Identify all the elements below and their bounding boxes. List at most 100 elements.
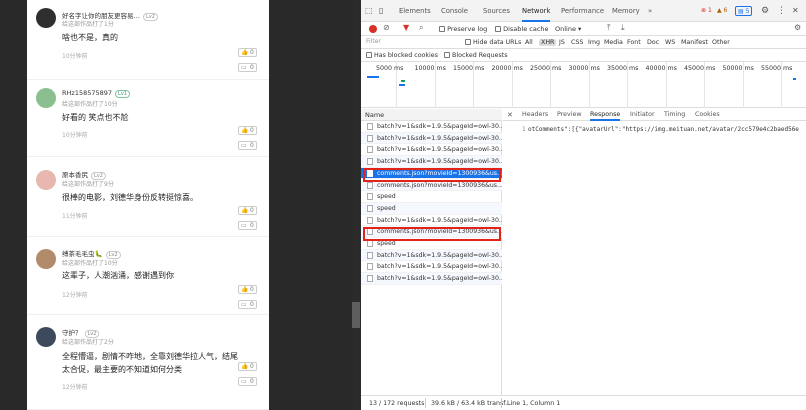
preserve-log-checkbox[interactable]: Preserve log (439, 25, 487, 33)
file-icon (367, 134, 373, 142)
filter-type-font[interactable]: Font (627, 39, 641, 46)
file-icon (367, 275, 373, 283)
name-column-header[interactable]: Name (361, 109, 502, 121)
tab-memory[interactable]: Memory (612, 0, 640, 22)
reply-button[interactable]: ▭ 0 (238, 300, 257, 309)
divider (425, 398, 426, 408)
reply-button[interactable]: ▭ 0 (238, 141, 257, 150)
avatar[interactable] (36, 327, 56, 347)
tab-elements[interactable]: Elements (399, 0, 431, 22)
cursor-position: Line 1, Column 1 (507, 400, 561, 407)
comment-text: 啥也不是，真的 (62, 33, 118, 42)
reply-count: 0 (250, 378, 254, 385)
filter-input[interactable]: Filter (366, 38, 451, 47)
request-row[interactable]: batch?v=1&sdk=1.9.5&pageId=owl-30... (361, 215, 502, 227)
like-button[interactable]: 👍 0 (238, 362, 257, 371)
more-tabs-button[interactable]: » (648, 0, 652, 22)
comment-text: 很棒的电影，刘德华身份反转挺惊喜。 (62, 193, 198, 202)
filter-type-ws[interactable]: WS (665, 39, 675, 46)
checkbox-icon (495, 26, 501, 32)
timeline-label: 35000 ms (607, 65, 639, 72)
filter-type-js[interactable]: JS (559, 39, 565, 46)
filter-type-doc[interactable]: Doc (647, 39, 659, 46)
comment-username[interactable]: RHz158575897 Lv1 (62, 89, 130, 98)
tab-preview[interactable]: Preview (557, 109, 582, 121)
close-detail-icon[interactable]: ✕ (507, 109, 513, 121)
like-button[interactable]: 👍 0 (238, 48, 257, 57)
comment-item: 好名字让你的朋友更容易… Lv2 给这部作品打了1分 啥也不是，真的 10分钟前 … (27, 0, 269, 80)
inspect-icon[interactable]: ⬚ (365, 0, 373, 22)
filter-type-css[interactable]: CSS (571, 39, 583, 46)
like-button[interactable]: 👍 0 (238, 126, 257, 135)
info-badge[interactable]: ▤ 5 (735, 6, 753, 16)
filter-icon[interactable]: ▼ (403, 23, 409, 32)
filter-type-manifest[interactable]: Manifest (681, 39, 708, 46)
reply-button[interactable]: ▭ 0 (238, 377, 257, 386)
request-row[interactable]: batch?v=1&sdk=1.9.5&pageId=owl-30... (361, 132, 502, 145)
request-row[interactable]: batch?v=1&sdk=1.9.5&pageId=owl-30... (361, 261, 502, 274)
tab-initiator[interactable]: Initiator (630, 109, 655, 121)
close-icon[interactable]: ✕ (792, 0, 799, 22)
tab-network[interactable]: Network (522, 0, 551, 22)
export-icon[interactable]: ⤓ (621, 23, 625, 33)
has-blocked-cookies-checkbox[interactable]: Has blocked cookies (366, 52, 438, 59)
like-button[interactable]: 👍 0 (238, 285, 257, 294)
checkbox-icon (439, 26, 445, 32)
warning-count: 6 (723, 7, 728, 14)
settings-icon[interactable]: ⚙ (761, 0, 769, 22)
throttle-select[interactable]: Online ▾ (555, 25, 581, 33)
clear-icon[interactable]: ⊘ (383, 23, 390, 32)
filter-type-other[interactable]: Other (712, 39, 730, 46)
rating-desc: 给这部作品打了9分 (62, 181, 114, 188)
tab-sources[interactable]: Sources (483, 0, 510, 22)
timeline-label: 40000 ms (645, 65, 677, 72)
file-icon (367, 204, 373, 212)
warning-badge[interactable]: ▲ 6 (715, 6, 729, 16)
request-row[interactable]: batch?v=1&sdk=1.9.5&pageId=owl-30... (361, 121, 502, 133)
request-row[interactable]: batch?v=1&sdk=1.9.5&pageId=owl-30... (361, 249, 502, 262)
avatar[interactable] (36, 8, 56, 28)
filter-type-all[interactable]: All (525, 39, 533, 46)
tab-timing[interactable]: Timing (664, 109, 685, 121)
reply-button[interactable]: ▭ 0 (238, 63, 257, 72)
avatar[interactable] (36, 170, 56, 190)
response-body[interactable]: otComments":[{"avatarUrl":"https://img.m… (528, 126, 799, 133)
file-icon (367, 123, 373, 130)
blocked-filter-bar: Has blocked cookies Blocked Requests (361, 49, 806, 62)
error-badge[interactable]: ⊗ 1 (699, 6, 714, 16)
request-row[interactable]: batch?v=1&sdk=1.9.5&pageId=owl-30... (361, 273, 502, 285)
rating-desc: 给这部作品打了2分 (62, 339, 114, 346)
request-row[interactable]: batch?v=1&sdk=1.9.5&pageId=owl-30... (361, 156, 502, 168)
request-row[interactable]: speed (361, 191, 502, 203)
import-icon[interactable]: ⤒ (607, 23, 611, 33)
network-settings-icon[interactable]: ⚙ (794, 23, 801, 32)
thumbs-up-icon: 👍 (241, 127, 249, 134)
search-icon[interactable]: ⌕ (419, 23, 423, 33)
request-row[interactable]: batch?v=1&sdk=1.9.5&pageId=owl-30... (361, 144, 502, 157)
devtools-panel: ⬚ ▯ Elements Console Sources Network Per… (361, 0, 806, 410)
comment-time: 12分钟前 (62, 384, 88, 391)
tab-console[interactable]: Console (441, 0, 468, 22)
filter-type-xhr[interactable]: XHR (539, 39, 557, 46)
tab-cookies[interactable]: Cookies (695, 109, 720, 121)
device-toolbar-icon[interactable]: ▯ (379, 0, 383, 22)
tab-headers[interactable]: Headers (522, 109, 548, 121)
kebab-menu-icon[interactable]: ⋮ (777, 0, 786, 22)
hide-data-urls-checkbox[interactable]: Hide data URLs (465, 39, 521, 46)
record-icon[interactable] (369, 25, 377, 33)
scrollbar-thumb[interactable] (352, 302, 360, 328)
like-button[interactable]: 👍 0 (238, 206, 257, 215)
filter-type-img[interactable]: Img (588, 39, 600, 46)
timeline-overview[interactable]: 5000 ms 10000 ms 15000 ms 20000 ms 25000 ms 3… (361, 62, 806, 108)
like-count: 0 (250, 286, 254, 293)
tab-response[interactable]: Response (590, 109, 621, 121)
tab-performance[interactable]: Performance (561, 0, 604, 22)
comment-list[interactable]: 好名字让你的朋友更容易… Lv2 给这部作品打了1分 啥也不是，真的 10分钟前 … (27, 0, 269, 410)
avatar[interactable] (36, 249, 56, 269)
request-row[interactable]: speed (361, 202, 502, 215)
avatar[interactable] (36, 88, 56, 108)
filter-type-media[interactable]: Media (604, 39, 623, 46)
reply-button[interactable]: ▭ 0 (238, 221, 257, 230)
disable-cache-checkbox[interactable]: Disable cache (495, 25, 549, 33)
blocked-requests-checkbox[interactable]: Blocked Requests (444, 52, 508, 59)
